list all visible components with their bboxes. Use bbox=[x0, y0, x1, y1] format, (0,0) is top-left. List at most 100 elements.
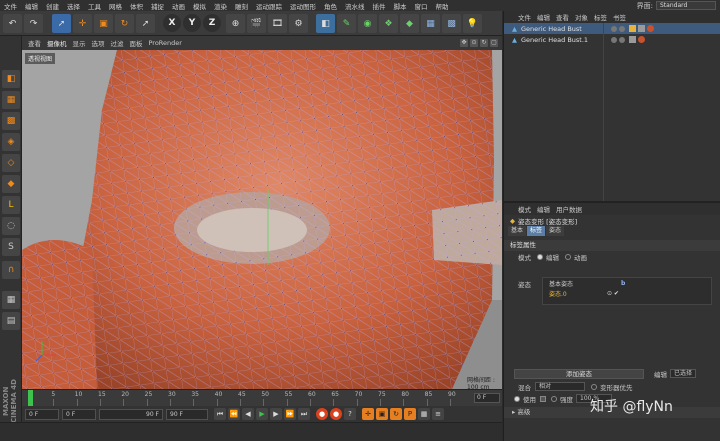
select-tool-icon[interactable]: ➚ bbox=[52, 14, 71, 33]
points-mode-icon[interactable]: ◈ bbox=[2, 133, 20, 151]
scale-tool-icon[interactable]: ▣ bbox=[94, 14, 113, 33]
deform-priority-radio[interactable] bbox=[591, 383, 597, 390]
timeline-menu-icon[interactable]: ≡ bbox=[432, 408, 444, 420]
pose-morph-tag-icon[interactable] bbox=[629, 25, 636, 32]
object-row[interactable]: ▲ Generic Head Bust.1 bbox=[504, 34, 720, 45]
pose-slider-icon[interactable]: ⊙ ✔ bbox=[607, 290, 619, 297]
viewport-menu-display[interactable]: 显示 bbox=[73, 38, 86, 48]
y-axis-lock-button[interactable]: Y bbox=[183, 14, 201, 32]
menu-plugins[interactable]: 插件 bbox=[369, 1, 390, 11]
menu-file[interactable]: 文件 bbox=[0, 1, 21, 11]
texture-tag-icon[interactable] bbox=[629, 36, 636, 43]
render-picture-viewer-icon[interactable]: 🎞 bbox=[268, 14, 287, 33]
viewport-menu-filter[interactable]: 过滤 bbox=[111, 38, 124, 48]
viewport-menu-cameras[interactable]: 摄像机 bbox=[47, 38, 67, 48]
use-checkbox[interactable] bbox=[540, 395, 546, 402]
go-to-end-icon[interactable]: ⏭ bbox=[298, 408, 310, 420]
move-tool-icon[interactable]: ✛ bbox=[73, 14, 92, 33]
next-frame-icon[interactable]: ▶ bbox=[270, 408, 282, 420]
menu-edit[interactable]: 编辑 bbox=[21, 1, 42, 11]
key-pla-icon[interactable]: ▦ bbox=[418, 408, 430, 420]
tab-tag[interactable]: 标签 bbox=[527, 226, 546, 236]
pose-item[interactable]: 基本姿态 b bbox=[543, 278, 711, 288]
current-frame-field[interactable]: 0 F bbox=[62, 408, 96, 420]
texture-mode-icon[interactable]: ▩ bbox=[2, 112, 20, 130]
edges-mode-icon[interactable]: ◇ bbox=[2, 154, 20, 172]
menu-create[interactable]: 创建 bbox=[42, 1, 63, 11]
pan-icon[interactable]: ✥ bbox=[460, 39, 468, 47]
menu-animate[interactable]: 动画 bbox=[168, 1, 189, 11]
pose-item[interactable]: 姿态.0 ⊙ ✔ bbox=[543, 288, 711, 298]
edit-select[interactable]: 已选择 bbox=[670, 369, 697, 378]
viewport-menu-options[interactable]: 选项 bbox=[92, 38, 105, 48]
prev-frame-icon[interactable]: ◀ bbox=[242, 408, 254, 420]
workplane-icon[interactable]: ▦ bbox=[2, 291, 20, 309]
undo-icon[interactable]: ↶ bbox=[3, 14, 22, 33]
recent-tool-icon[interactable]: ➚ bbox=[136, 14, 155, 33]
record-icon[interactable]: ● bbox=[316, 408, 328, 420]
zoom-icon[interactable]: ⊙ bbox=[470, 39, 478, 47]
om-menu-tags[interactable]: 标签 bbox=[594, 12, 607, 22]
next-key-icon[interactable]: ⏩ bbox=[284, 408, 296, 420]
visibility-dot-icon[interactable] bbox=[611, 25, 617, 32]
z-axis-lock-button[interactable]: Z bbox=[203, 14, 221, 32]
rotate-tool-icon[interactable]: ↻ bbox=[115, 14, 134, 33]
menu-character[interactable]: 角色 bbox=[320, 1, 341, 11]
end-frame-field[interactable]: 90 F bbox=[99, 408, 163, 420]
cloner-icon[interactable]: ❖ bbox=[379, 14, 398, 33]
menu-select[interactable]: 选择 bbox=[63, 1, 84, 11]
render-dot-icon[interactable] bbox=[619, 25, 625, 32]
blend-select[interactable]: 相对 bbox=[535, 382, 585, 391]
spline-pen-icon[interactable]: ✎ bbox=[337, 14, 356, 33]
render-view-icon[interactable]: 🎬 bbox=[247, 14, 266, 33]
menu-mograph[interactable]: 运动图形 bbox=[286, 1, 320, 11]
om-menu-bookmarks[interactable]: 书签 bbox=[613, 12, 626, 22]
material-tag-icon[interactable] bbox=[647, 25, 654, 32]
om-menu-view[interactable]: 查看 bbox=[556, 12, 569, 22]
om-column-divider[interactable] bbox=[603, 23, 604, 201]
polygons-mode-icon[interactable]: ◆ bbox=[2, 175, 20, 193]
menu-script[interactable]: 脚本 bbox=[390, 1, 411, 11]
timeline-ruler[interactable]: 0 F 051015202530354045505560657075808590 bbox=[22, 389, 502, 406]
viewport-menu-view[interactable]: 查看 bbox=[28, 38, 41, 48]
om-menu-objects[interactable]: 对象 bbox=[575, 12, 588, 22]
camera-label[interactable]: 透视视图 bbox=[25, 53, 56, 64]
playhead-marker[interactable] bbox=[28, 390, 33, 406]
menu-help[interactable]: 帮助 bbox=[432, 1, 453, 11]
menu-render[interactable]: 渲染 bbox=[210, 1, 231, 11]
snap-icon[interactable]: S bbox=[2, 238, 20, 256]
viewport-menu-prorender[interactable]: ProRender bbox=[149, 39, 182, 47]
layout-select[interactable]: Standard bbox=[656, 1, 716, 10]
redo-icon[interactable]: ↷ bbox=[24, 14, 43, 33]
strength-radio[interactable] bbox=[551, 395, 557, 402]
start-frame-field[interactable]: 0 F bbox=[25, 408, 59, 420]
floor-icon[interactable]: ▦ bbox=[421, 14, 440, 33]
menu-simulate[interactable]: 模拟 bbox=[189, 1, 210, 11]
om-menu-file[interactable]: 文件 bbox=[518, 12, 531, 22]
viewport-menu-panel[interactable]: 面板 bbox=[130, 38, 143, 48]
object-row[interactable]: ▲ Generic Head Bust bbox=[504, 23, 720, 34]
autokey-icon[interactable]: ● bbox=[330, 408, 342, 420]
render-settings-icon[interactable]: ⚙ bbox=[289, 14, 308, 33]
make-editable-icon[interactable]: ◧ bbox=[2, 70, 20, 88]
om-menu-edit[interactable]: 编辑 bbox=[537, 12, 550, 22]
tweak-icon[interactable]: ◌ bbox=[2, 217, 20, 235]
cube-primitive-icon[interactable]: ◧ bbox=[316, 14, 335, 33]
key-param-icon[interactable]: P bbox=[404, 408, 416, 420]
tab-pose[interactable]: 姿态 bbox=[546, 226, 565, 236]
light-icon[interactable]: 💡 bbox=[463, 14, 482, 33]
perspective-viewport[interactable]: 透视视图 网格间距 : 100 cm bbox=[22, 50, 502, 389]
max-frame-field[interactable]: 90 F bbox=[166, 408, 208, 420]
menu-sculpt[interactable]: 雕刻 bbox=[231, 1, 252, 11]
visibility-dot-icon[interactable] bbox=[611, 36, 617, 43]
mode-animate-radio[interactable] bbox=[565, 254, 571, 260]
prev-key-icon[interactable]: ⏪ bbox=[228, 408, 240, 420]
add-pose-button[interactable]: 添加姿态 bbox=[514, 369, 644, 379]
keyframe-selection-icon[interactable]: ? bbox=[344, 408, 356, 420]
coordinate-system-icon[interactable]: ⊕ bbox=[226, 14, 245, 33]
maximize-view-icon[interactable]: ▢ bbox=[490, 39, 498, 47]
magnet-icon[interactable]: ∩ bbox=[2, 261, 20, 279]
menu-snap[interactable]: 捕捉 bbox=[147, 1, 168, 11]
menu-tools[interactable]: 工具 bbox=[84, 1, 105, 11]
material-tag-icon[interactable] bbox=[638, 36, 645, 43]
